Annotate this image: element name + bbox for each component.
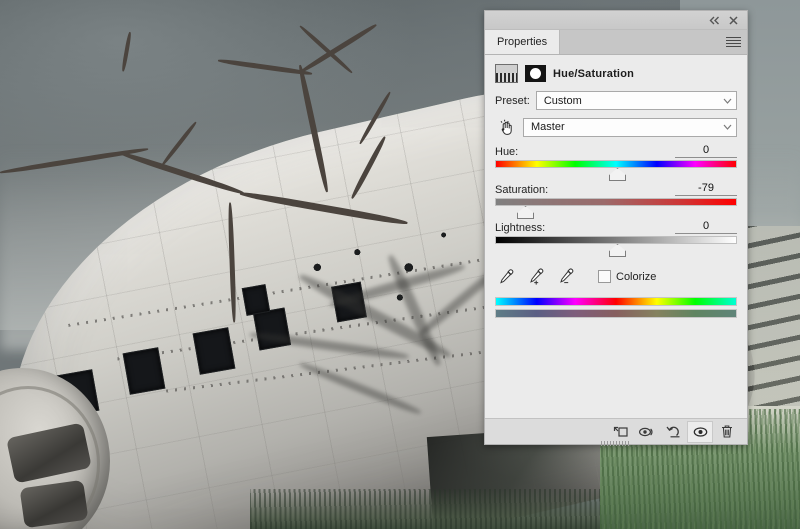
- fuselage-window: [122, 347, 166, 395]
- chevron-down-icon: [723, 124, 732, 130]
- channel-dropdown[interactable]: Master: [523, 117, 737, 137]
- properties-panel[interactable]: Properties Hue/Saturation Preset: Custom: [484, 10, 748, 446]
- colorize-label: Colorize: [616, 270, 657, 283]
- saturation-track[interactable]: [495, 198, 737, 206]
- hue-slider-block: Hue: 0: [485, 144, 747, 181]
- hue-slider-handle[interactable]: [609, 168, 626, 181]
- lightness-slider-handle[interactable]: [609, 244, 626, 257]
- saturation-slider-block: Saturation: -79: [485, 182, 747, 219]
- eyedropper-tools-row: Colorize: [485, 258, 747, 285]
- saturation-label: Saturation:: [495, 184, 549, 196]
- on-image-adjustment-hand-icon[interactable]: [495, 117, 517, 137]
- full-spectrum-color-bar[interactable]: [495, 297, 737, 306]
- preset-row: Preset: Custom: [485, 91, 747, 110]
- fuselage-window: [241, 284, 271, 316]
- lightness-value-input[interactable]: 0: [675, 220, 737, 234]
- layer-mask-thumbnail-icon[interactable]: [525, 65, 546, 82]
- panel-menu-icon[interactable]: [726, 35, 741, 49]
- lightness-label: Lightness:: [495, 222, 546, 234]
- colorize-checkbox-box[interactable]: [598, 270, 611, 283]
- eyedropper-icon[interactable]: [498, 268, 515, 285]
- adjustment-title: Hue/Saturation: [553, 67, 635, 80]
- saturation-slider-handle[interactable]: [517, 206, 535, 219]
- hue-value-input[interactable]: 0: [675, 144, 737, 158]
- lightness-track[interactable]: [495, 236, 737, 244]
- colorize-checkbox[interactable]: Colorize: [598, 270, 656, 283]
- panel-footer: [485, 418, 747, 446]
- panel-titlebar[interactable]: [485, 11, 747, 30]
- color-range-bars: [485, 285, 747, 318]
- previous-state-button[interactable]: [635, 422, 659, 442]
- panel-body: Hue/Saturation Preset: Custom Master Hue…: [485, 55, 747, 420]
- reset-button[interactable]: [661, 422, 685, 442]
- channel-value: Master: [531, 121, 565, 133]
- tab-properties-label: Properties: [497, 36, 548, 48]
- eyedropper-add-icon[interactable]: [528, 268, 545, 285]
- lightness-slider[interactable]: [495, 236, 737, 257]
- panel-resize-grip[interactable]: [601, 441, 631, 446]
- channel-row: Master: [485, 117, 747, 137]
- clip-to-layer-button[interactable]: [609, 422, 633, 442]
- collapse-double-arrow-icon[interactable]: [707, 14, 721, 27]
- delete-adjustment-button[interactable]: [715, 422, 739, 442]
- close-icon[interactable]: [726, 14, 740, 27]
- hue-slider[interactable]: [495, 160, 737, 181]
- lightness-slider-block: Lightness: 0: [485, 220, 747, 257]
- fuselage-window: [192, 327, 236, 375]
- panel-tabbar[interactable]: Properties: [485, 30, 747, 55]
- toggle-visibility-button[interactable]: [687, 420, 713, 443]
- hue-saturation-adjustment-icon: [495, 64, 518, 83]
- tab-properties[interactable]: Properties: [485, 30, 561, 54]
- saturation-value-input[interactable]: -79: [675, 182, 737, 196]
- chevron-down-icon: [723, 98, 732, 104]
- saturation-slider[interactable]: [495, 198, 737, 219]
- fuselage-window: [252, 307, 292, 351]
- adjustment-header: Hue/Saturation: [485, 55, 747, 91]
- hue-track[interactable]: [495, 160, 737, 168]
- preset-value: Custom: [543, 94, 582, 107]
- preset-dropdown[interactable]: Custom: [535, 91, 737, 110]
- hue-label: Hue:: [495, 146, 519, 158]
- adjusted-spectrum-color-bar[interactable]: [495, 309, 737, 318]
- eyedropper-subtract-icon[interactable]: [558, 268, 575, 285]
- preset-label: Preset:: [495, 94, 530, 107]
